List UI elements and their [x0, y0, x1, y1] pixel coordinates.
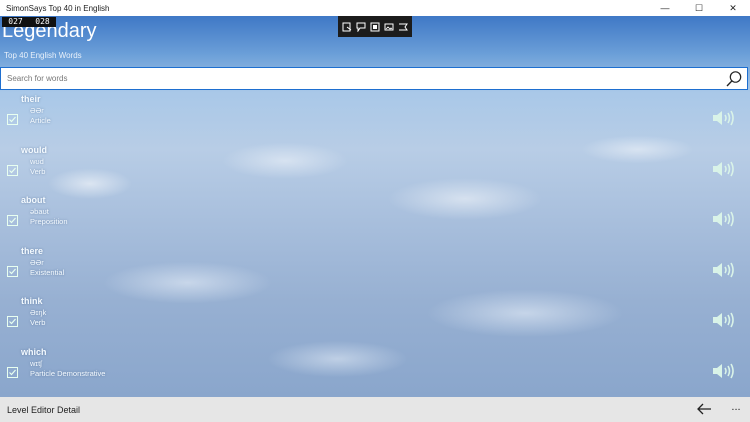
speaker-icon[interactable] [711, 159, 735, 179]
image-icon[interactable] [383, 21, 395, 33]
close-button[interactable]: ✕ [716, 0, 750, 16]
title-bar: SimonSays Top 40 in English — ☐ ✕ [0, 0, 750, 16]
back-arrow-icon[interactable] [696, 402, 712, 416]
frame-counter: 027 028 [2, 17, 56, 27]
checkbox-icon[interactable] [7, 264, 18, 277]
word-part-of-speech: Article [30, 116, 51, 125]
word-phonetic: ƏƏr [30, 257, 44, 267]
word-row[interactable]: think Əɪŋk Verb [0, 295, 750, 345]
frame-icon[interactable] [369, 21, 381, 33]
checkbox-icon[interactable] [7, 213, 18, 227]
main-content: Legendary 027 028 Top 40 English Words t… [0, 16, 750, 397]
word-text: would [21, 144, 47, 155]
floating-toolbar [338, 16, 412, 37]
word-row[interactable]: about əbaʊt Preposition [0, 194, 750, 244]
checkbox-icon[interactable] [7, 314, 18, 328]
word-row[interactable]: would wʊd Verb [0, 144, 750, 194]
word-part-of-speech: Preposition [30, 217, 68, 227]
counter-left: 027 [8, 17, 23, 26]
more-button[interactable]: ... [728, 400, 744, 416]
speaker-icon[interactable] [711, 361, 735, 381]
word-text: think [21, 296, 43, 307]
word-phonetic: Əɪŋk [30, 308, 47, 318]
word-part-of-speech: Verb [30, 318, 46, 328]
word-phonetic: əbaʊt [30, 207, 49, 217]
maximize-button[interactable]: ☐ [682, 0, 716, 16]
checkbox-icon[interactable] [7, 112, 18, 125]
page-subtitle: Top 40 English Words [4, 51, 82, 60]
checkbox-icon[interactable] [7, 163, 18, 176]
flag-icon[interactable] [397, 21, 409, 33]
word-text: which [21, 347, 47, 357]
word-part-of-speech: Particle Demonstrative [30, 369, 106, 378]
speaker-icon[interactable] [711, 310, 735, 330]
word-row[interactable]: which wɪtʃ Particle Demonstrative [0, 346, 750, 396]
bottom-app-bar: Level Editor Detail ... [0, 397, 750, 422]
level-editor-label: Level Editor Detail [7, 405, 81, 415]
window-controls: — ☐ ✕ [648, 0, 750, 16]
word-text: their [21, 94, 41, 104]
minimize-button[interactable]: — [648, 0, 682, 16]
select-icon[interactable] [341, 21, 353, 33]
speaker-icon[interactable] [711, 108, 735, 128]
word-phonetic: wʊd [30, 156, 44, 166]
window-title: SimonSays Top 40 in English [6, 3, 110, 13]
search-box [0, 67, 748, 90]
word-text: about [21, 195, 46, 206]
counter-right: 028 [35, 17, 50, 26]
search-input[interactable] [7, 70, 707, 87]
checkbox-icon[interactable] [7, 365, 18, 378]
word-phonetic: wɪtʃ [30, 359, 42, 368]
word-row[interactable]: there ƏƏr Existential [0, 245, 750, 295]
speaker-icon[interactable] [711, 260, 735, 280]
word-text: there [21, 245, 44, 256]
word-part-of-speech: Existential [30, 267, 65, 277]
word-part-of-speech: Verb [30, 166, 46, 176]
word-phonetic: ƏƏr [30, 106, 44, 115]
search-icon[interactable] [725, 70, 743, 88]
speaker-icon[interactable] [711, 209, 735, 229]
comment-icon[interactable] [355, 21, 367, 33]
word-row[interactable]: their ƏƏr Article [0, 93, 750, 143]
